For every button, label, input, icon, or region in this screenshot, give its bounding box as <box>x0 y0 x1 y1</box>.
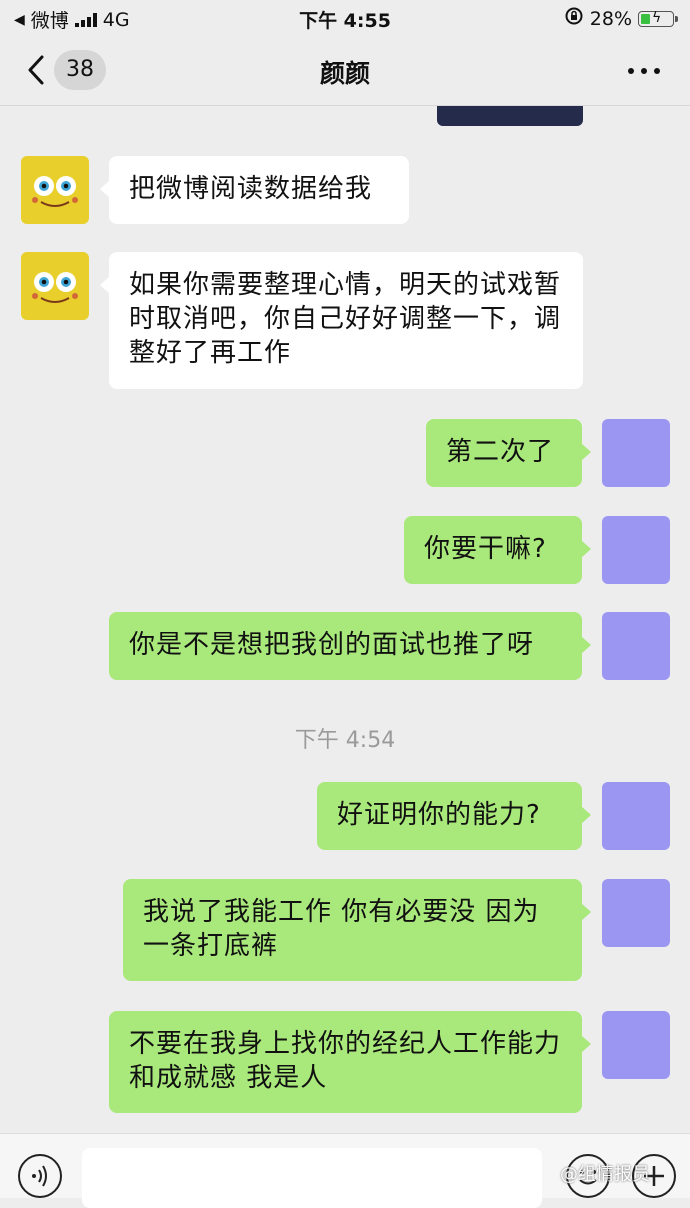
rotation-lock-icon <box>564 6 584 31</box>
message-text: 第二次了 <box>446 437 555 467</box>
message-text: 你是不是想把我创的面试也推了呀 <box>129 630 535 660</box>
my-avatar[interactable] <box>602 516 670 584</box>
battery-icon: ϟ <box>638 10 678 27</box>
message-bubble-incoming[interactable]: 如果你需要整理心情，明天的试戏暂时取消吧，你自己好好调整一下，调整好了再工作 <box>100 252 583 389</box>
message-text: 不要在我身上找你的经纪人工作能力和成就感 我是人 <box>129 1029 562 1093</box>
more-button[interactable] <box>628 68 660 74</box>
voice-input-button[interactable] <box>18 1154 62 1198</box>
my-avatar[interactable] <box>602 419 670 487</box>
status-bar: ◀ 微博 4G 下午 4:55 28% ϟ <box>0 0 690 36</box>
message-input[interactable] <box>82 1148 542 1208</box>
message-bubble-outgoing[interactable]: 好证明你的能力? <box>317 782 591 850</box>
message-text: 你要干嘛? <box>424 534 547 564</box>
chat-timestamp: 下午 4:54 <box>294 728 396 753</box>
clipped-message-bubble[interactable] <box>437 106 583 126</box>
chat-header: 38 颜颜 <box>0 36 690 106</box>
message-bubble-outgoing[interactable]: 第二次了 <box>426 419 591 487</box>
message-bubble-outgoing[interactable]: 不要在我身上找你的经纪人工作能力和成就感 我是人 <box>109 1011 591 1113</box>
message-bubble-outgoing[interactable]: 你是不是想把我创的面试也推了呀 <box>109 612 591 680</box>
my-avatar[interactable] <box>602 1011 670 1079</box>
message-text: 把微博阅读数据给我 <box>129 174 373 204</box>
header-divider <box>0 105 690 106</box>
message-text: 我说了我能工作 你有必要没 因为一条打底裤 <box>143 897 540 961</box>
message-bubble-outgoing[interactable]: 你要干嘛? <box>404 516 591 584</box>
message-text: 好证明你的能力? <box>337 800 541 830</box>
message-bubble-outgoing[interactable]: 我说了我能工作 你有必要没 因为一条打底裤 <box>123 879 591 981</box>
my-avatar[interactable] <box>602 879 670 947</box>
chat-title: 颜颜 <box>319 59 370 88</box>
battery-percent: 28% <box>589 7 632 30</box>
message-bubble-incoming[interactable]: 把微博阅读数据给我 <box>100 156 409 224</box>
more-dot-icon <box>654 68 660 74</box>
contact-avatar[interactable] <box>21 156 89 224</box>
weibo-watermark: @组情报员 <box>560 1164 650 1185</box>
contact-avatar[interactable] <box>21 252 89 320</box>
voice-icon <box>32 1165 47 1187</box>
my-avatar[interactable] <box>602 612 670 680</box>
more-dot-icon <box>628 68 634 74</box>
my-avatar[interactable] <box>602 782 670 850</box>
message-text: 如果你需要整理心情，明天的试戏暂时取消吧，你自己好好调整一下，调整好了再工作 <box>129 270 562 368</box>
more-dot-icon <box>641 68 647 74</box>
